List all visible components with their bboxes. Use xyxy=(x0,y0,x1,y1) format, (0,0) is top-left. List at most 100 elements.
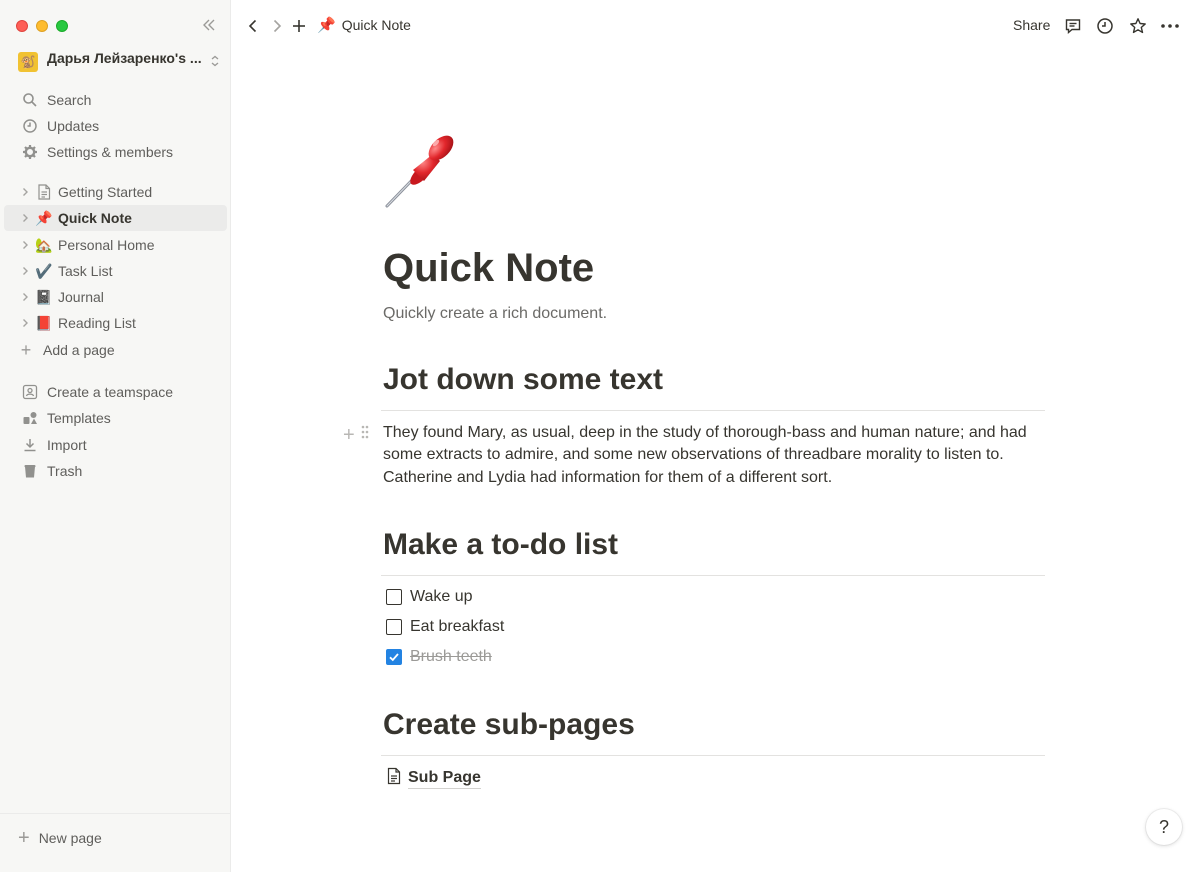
checkmark-icon xyxy=(389,653,399,662)
sidebar-item-settings[interactable]: Settings & members xyxy=(4,139,227,165)
templates-icon xyxy=(20,408,40,428)
sidebar-item-label: Search xyxy=(47,92,92,108)
collapse-sidebar-icon[interactable] xyxy=(200,16,218,34)
checkmark-icon: ✔️ xyxy=(35,263,53,279)
todo-checkbox-checked[interactable] xyxy=(386,649,402,665)
chevron-right-icon[interactable] xyxy=(18,238,32,252)
new-page-button[interactable]: + New page xyxy=(0,813,230,861)
drag-handle-icon[interactable] xyxy=(361,425,369,444)
add-page-label: Add a page xyxy=(43,342,115,358)
sidebar-item-trash[interactable]: Trash xyxy=(4,458,227,484)
todo-item: Brush teeth xyxy=(386,648,492,666)
close-window-button[interactable] xyxy=(16,20,28,32)
workspace-name: Дарья Лейзаренко's ... xyxy=(47,50,202,66)
todo-label[interactable]: Eat breakfast xyxy=(410,618,504,636)
chevron-right-icon[interactable] xyxy=(18,211,32,225)
sidebar-item-updates[interactable]: Updates xyxy=(4,113,227,139)
heading-sub-pages[interactable]: Create sub-pages xyxy=(383,706,635,744)
help-button[interactable]: ? xyxy=(1146,809,1182,845)
sidebar-page-label: Getting Started xyxy=(58,184,153,200)
sidebar-page-label: Personal Home xyxy=(58,237,155,253)
page-title[interactable]: Quick Note xyxy=(383,243,594,293)
plus-icon: + xyxy=(20,340,32,360)
todo-item: Eat breakfast xyxy=(386,618,504,636)
todo-checkbox[interactable] xyxy=(386,619,402,635)
add-page-button[interactable]: + Add a page xyxy=(4,337,227,363)
sidebar-page-journal[interactable]: 📓 Journal xyxy=(4,284,227,310)
sidebar-item-templates[interactable]: Templates xyxy=(4,405,227,431)
sidebar-page-task-list[interactable]: ✔️ Task List xyxy=(4,258,227,284)
plus-icon: + xyxy=(18,826,30,849)
page-emoji-icon[interactable] xyxy=(383,130,463,210)
sidebar-item-label: Settings & members xyxy=(47,144,174,160)
search-icon xyxy=(20,90,40,110)
chevron-right-icon[interactable] xyxy=(18,185,32,199)
text-block[interactable]: They found Mary, as usual, deep in the s… xyxy=(383,422,1047,489)
chevron-right-icon[interactable] xyxy=(18,316,32,330)
heading-divider xyxy=(381,410,1045,411)
todo-checkbox[interactable] xyxy=(386,589,402,605)
sidebar-page-personal-home[interactable]: 🏡 Personal Home xyxy=(4,232,227,258)
forward-arrow-icon[interactable] xyxy=(267,16,287,36)
sidebar-item-label: Create a teamspace xyxy=(47,384,174,400)
page-icon xyxy=(34,182,54,202)
sidebar-item-label: Templates xyxy=(47,410,111,426)
block-handle[interactable]: + xyxy=(343,425,369,445)
chevron-right-icon[interactable] xyxy=(18,290,32,304)
new-page-plus-icon[interactable] xyxy=(289,16,309,36)
back-arrow-icon[interactable] xyxy=(243,16,263,36)
chevron-updown-icon xyxy=(208,54,222,68)
sidebar-page-label: Reading List xyxy=(58,315,136,331)
page-icon xyxy=(386,767,402,790)
breadcrumb[interactable]: 📌 Quick Note xyxy=(317,16,411,34)
heading-divider xyxy=(381,575,1045,576)
sub-page-label: Sub Page xyxy=(408,768,481,789)
page-subtitle[interactable]: Quickly create a rich document. xyxy=(383,303,607,325)
sidebar-page-quick-note[interactable]: 📌 Quick Note xyxy=(4,205,227,231)
sidebar: 🐒 Дарья Лейзаренко's ... Search Updates … xyxy=(0,0,231,872)
topbar: 📌 Quick Note Share xyxy=(231,0,1200,52)
window-controls xyxy=(16,20,68,32)
teamspace-icon xyxy=(20,382,40,402)
trash-icon xyxy=(20,461,40,481)
sidebar-item-label: Updates xyxy=(47,118,100,134)
comment-icon[interactable] xyxy=(1063,16,1083,36)
chevron-right-icon[interactable] xyxy=(18,264,32,278)
favorite-star-icon[interactable] xyxy=(1128,16,1148,36)
notebook-icon: 📓 xyxy=(35,289,53,305)
todo-item: Wake up xyxy=(386,588,473,606)
todo-label[interactable]: Brush teeth xyxy=(410,648,492,666)
zoom-window-button[interactable] xyxy=(56,20,68,32)
breadcrumb-label: Quick Note xyxy=(341,17,411,33)
sidebar-page-label: Task List xyxy=(58,263,113,279)
sidebar-item-label: Trash xyxy=(47,463,83,479)
new-page-label: New page xyxy=(38,829,102,846)
sidebar-page-label: Journal xyxy=(58,289,104,305)
todo-label[interactable]: Wake up xyxy=(410,588,473,606)
pushpin-icon: 📌 xyxy=(317,17,336,34)
history-clock-icon[interactable] xyxy=(1095,16,1115,36)
sidebar-item-label: Import xyxy=(47,437,87,453)
sub-page-link[interactable]: Sub Page xyxy=(386,767,481,790)
minimize-window-button[interactable] xyxy=(36,20,48,32)
sidebar-item-search[interactable]: Search xyxy=(4,87,227,113)
sidebar-item-create-teamspace[interactable]: Create a teamspace xyxy=(4,379,227,405)
sidebar-item-import[interactable]: Import xyxy=(4,432,227,458)
gear-icon xyxy=(20,142,40,162)
heading-jot-down[interactable]: Jot down some text xyxy=(383,361,663,399)
book-icon: 📕 xyxy=(35,315,53,331)
more-options-icon[interactable] xyxy=(1160,16,1180,36)
sidebar-page-reading-list[interactable]: 📕 Reading List xyxy=(4,310,227,336)
house-icon: 🏡 xyxy=(35,237,53,253)
import-icon xyxy=(20,435,40,455)
heading-todo-list[interactable]: Make a to-do list xyxy=(383,526,618,564)
heading-divider xyxy=(381,755,1045,756)
clock-icon xyxy=(20,116,40,136)
workspace-switcher[interactable]: 🐒 Дарья Лейзаренко's ... xyxy=(18,46,222,76)
pushpin-icon: 📌 xyxy=(35,210,53,226)
workspace-avatar: 🐒 xyxy=(18,52,38,72)
sidebar-page-label: Quick Note xyxy=(58,210,132,226)
add-block-plus-icon[interactable]: + xyxy=(343,425,355,445)
sidebar-page-getting-started[interactable]: Getting Started xyxy=(4,179,227,205)
share-button[interactable]: Share xyxy=(1013,17,1050,33)
